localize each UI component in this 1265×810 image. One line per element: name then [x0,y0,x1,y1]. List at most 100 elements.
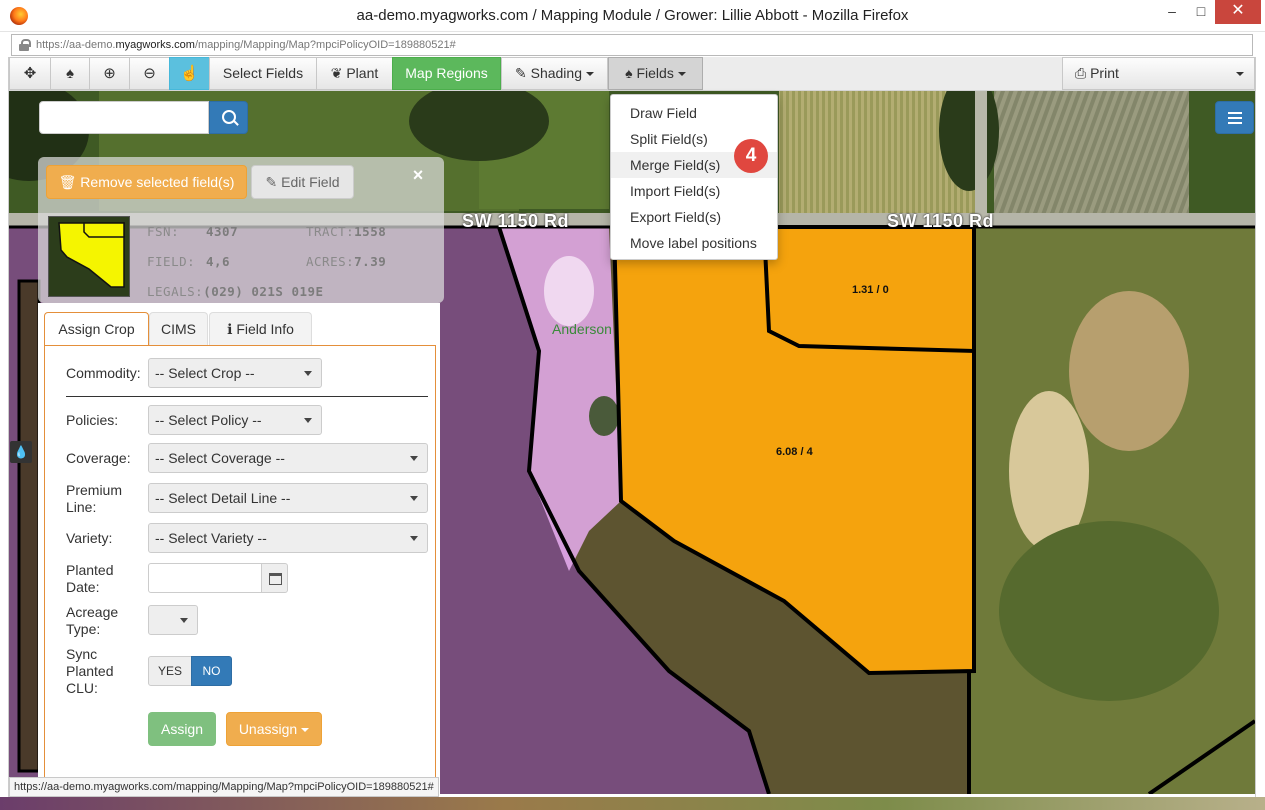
sync-no-toggle[interactable]: NO [191,656,232,686]
printer-icon: ⎙ [1075,65,1091,81]
fields-label: Fields [636,65,674,81]
edit-label: Edit Field [281,174,340,190]
road-label: SW 1150 Rd [887,211,995,231]
variety-value: -- Select Variety -- [155,530,267,546]
fsn-value: 4307 [206,224,238,239]
premium-line-label: Premium Line: [66,482,122,516]
print-label: Print [1090,65,1119,81]
assign-button[interactable]: Assign [148,712,216,746]
calendar-icon[interactable] [261,563,288,593]
legals-row: LEGALS:(029) 021S 019E [147,284,324,299]
left-frame [0,57,9,797]
zoom-in-button[interactable]: ⊕ [89,57,130,90]
url-path: /mapping/Mapping/Map?mpciPolicyOID=18988… [194,39,456,51]
field-area-label: 6.08 / 4 [776,446,813,458]
road-label: SW 1150 Rd [462,211,570,231]
trash-icon: 🗑 [58,174,81,190]
legals-value: (029) 021S 019E [203,284,324,299]
sync-label-line1: Sync [66,646,98,662]
pin-icon: ♠ [625,65,637,81]
chevron-down-icon [410,536,418,541]
fsn-value-text: 4307 [206,224,239,239]
tab-assign-crop[interactable]: Assign Crop [44,312,149,347]
coverage-select[interactable]: -- Select Coverage -- [148,443,428,473]
chevron-down-icon [410,456,418,461]
plant-label: Plant [346,65,379,81]
minimize-button[interactable]: – [1159,0,1185,24]
acreage-type-select[interactable] [148,605,198,635]
policies-label: Policies: [66,412,119,428]
url-prefix: https://aa-demo. [36,39,116,51]
divider [66,396,428,397]
zoom-in-icon: ⊕ [103,65,116,82]
unassign-button[interactable]: Unassign [226,712,322,746]
field-label: FIELD: [147,254,195,269]
policies-select[interactable]: -- Select Policy -- [148,405,322,435]
zoom-out-button[interactable]: ⊖ [129,57,170,90]
field-value: 4,6 [206,254,230,269]
field-info-label: Field Info [236,321,294,337]
lock-icon [19,39,31,51]
commodity-value: -- Select Crop -- [155,365,255,381]
right-frame [1255,57,1265,797]
planted-date-input[interactable] [148,563,262,593]
acreage-label-line1: Acreage [66,604,119,620]
menu-item-import-fields[interactable]: Import Field(s) [611,178,777,204]
sync-label-line2: Planted [66,663,114,679]
remove-selected-fields-button[interactable]: 🗑 Remove selected field(s) [46,165,247,199]
menu-item-draw-field[interactable]: Draw Field [611,100,777,126]
address-bar[interactable]: https://aa-demo.myagworks.com/mapping/Ma… [11,34,1253,56]
chevron-down-icon [180,618,188,623]
policies-value: -- Select Policy -- [155,412,262,428]
search-button[interactable] [209,101,248,134]
acres-value: 7.39 [354,254,387,269]
water-drop-icon[interactable]: 💧 [10,441,32,463]
acreage-label-line2: Type: [66,621,101,637]
tract-value: 1558 [354,224,387,239]
edit-field-button[interactable]: ✎ Edit Field [251,165,354,199]
edit-icon: ✎ [265,174,282,190]
pin-tool-button[interactable]: ♠ [50,57,90,90]
plant-button[interactable]: ❦ Plant [316,57,393,90]
status-bar-url: https://aa-demo.myagworks.com/mapping/Ma… [9,777,439,797]
pin-icon: ♠ [66,65,74,82]
place-label: Anderson [552,321,612,337]
bottom-map-strip [0,797,1265,810]
unassign-label: Unassign [238,721,298,737]
hand-pointer-icon: ☝ [180,65,199,82]
tab-cims[interactable]: CIMS [149,312,208,346]
coverage-value: -- Select Coverage -- [155,450,285,466]
maximize-button[interactable]: □ [1188,0,1214,24]
layers-menu-button[interactable] [1215,101,1254,134]
pan-tool-button[interactable]: ☝ [169,57,210,90]
commodity-label: Commodity: [66,365,141,381]
menu-item-export-fields[interactable]: Export Field(s) [611,204,777,230]
map-regions-button[interactable]: Map Regions [392,57,501,90]
info-icon: ℹ [227,321,237,337]
commodity-select[interactable]: -- Select Crop -- [148,358,322,388]
move-tool-button[interactable]: ✥ [9,57,51,90]
acres-label: ACRES: [306,254,355,269]
variety-select[interactable]: -- Select Variety -- [148,523,428,553]
shading-button[interactable]: ✎ Shading [501,57,608,90]
premium-label-line2: Line: [66,499,97,515]
step-badge: 4 [734,139,768,173]
shading-label: Shading [530,65,582,81]
tab-field-info[interactable]: ℹ Field Info [209,312,312,346]
field-thumbnail [48,216,130,297]
select-fields-button[interactable]: Select Fields [209,57,317,90]
close-window-button[interactable]: ✕ [1215,0,1261,24]
map-toolbar: ✥ ♠ ⊕ ⊖ ☝ Select Fields ❦ Plant Map Regi… [9,57,1255,91]
hamburger-line [1228,117,1242,119]
field-value-text: 4,6 [206,254,231,269]
search-input[interactable] [39,101,209,134]
premium-line-select[interactable]: -- Select Detail Line -- [148,483,428,513]
close-panel-button[interactable]: × [409,165,427,185]
menu-item-move-labels[interactable]: Move label positions [611,230,777,256]
premium-value: -- Select Detail Line -- [155,490,291,506]
window-title: aa-demo.myagworks.com / Mapping Module /… [356,7,909,24]
print-button[interactable]: ⎙ Print [1062,57,1255,90]
sync-yes-toggle[interactable]: YES [148,656,192,686]
fields-button[interactable]: ♠ Fields [608,57,703,90]
chevron-down-icon [1236,72,1244,76]
